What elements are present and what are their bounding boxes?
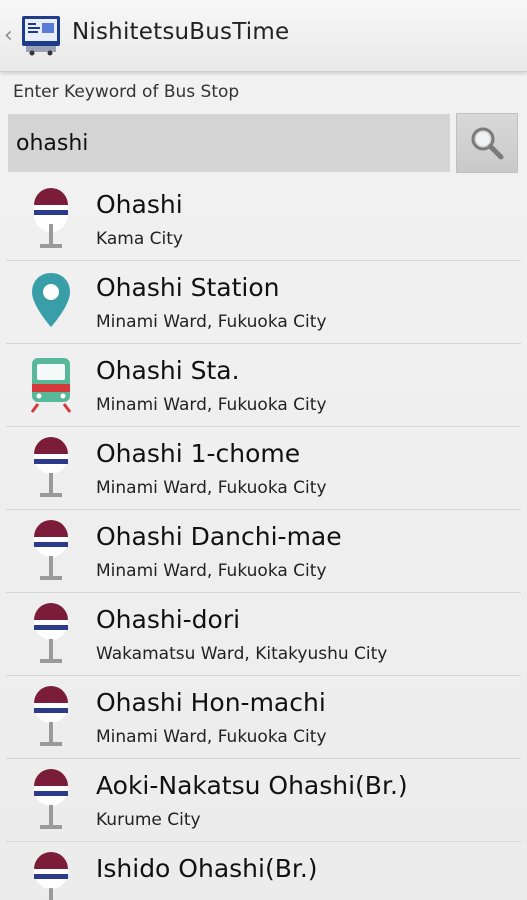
bus-timetable-app-icon[interactable] <box>20 14 62 56</box>
bus-stop-icon <box>34 188 68 248</box>
result-item[interactable]: Ohashi Sta. Minami Ward, Fukuoka City <box>6 344 521 427</box>
result-area: Minami Ward, Fukuoka City <box>96 727 327 747</box>
bus-stop-icon <box>34 603 68 663</box>
result-item[interactable]: Ishido Ohashi(Br.) <box>6 842 521 900</box>
search-input[interactable] <box>8 114 450 172</box>
result-item[interactable]: Ohashi Station Minami Ward, Fukuoka City <box>6 261 521 344</box>
result-area: Kurume City <box>96 810 201 830</box>
result-item[interactable]: Aoki-Nakatsu Ohashi(Br.) Kurume City <box>6 759 521 842</box>
result-area: Minami Ward, Fukuoka City <box>96 478 327 498</box>
map-pin-icon <box>32 273 70 327</box>
bus-stop-icon <box>34 852 68 900</box>
search-label: Enter Keyword of Bus Stop <box>13 82 240 102</box>
result-item[interactable]: Ohashi-dori Wakamatsu Ward, Kitakyushu C… <box>6 593 521 676</box>
result-area: Minami Ward, Fukuoka City <box>96 312 327 332</box>
result-name: Ohashi <box>96 190 183 219</box>
result-area: Kama City <box>96 229 183 249</box>
result-name: Ishido Ohashi(Br.) <box>96 854 318 883</box>
result-name: Ohashi-dori <box>96 605 241 634</box>
bus-stop-icon <box>34 769 68 829</box>
result-area: Minami Ward, Fukuoka City <box>96 395 327 415</box>
bus-stop-icon <box>34 437 68 497</box>
result-item[interactable]: Ohashi 1-chome Minami Ward, Fukuoka City <box>6 427 521 510</box>
result-name: Ohashi Sta. <box>96 356 240 385</box>
results-list: Ohashi Kama City Ohashi Station Minami W… <box>0 178 527 900</box>
result-name: Ohashi Station <box>96 273 280 302</box>
result-name: Ohashi Danchi-mae <box>96 522 342 551</box>
result-item[interactable]: Ohashi Hon-machi Minami Ward, Fukuoka Ci… <box>6 676 521 759</box>
action-bar: ‹ NishitetsuBusTime <box>0 0 527 72</box>
result-name: Ohashi Hon-machi <box>96 688 326 717</box>
result-name: Aoki-Nakatsu Ohashi(Br.) <box>96 771 408 800</box>
result-item[interactable]: Ohashi Danchi-mae Minami Ward, Fukuoka C… <box>6 510 521 593</box>
result-name: Ohashi 1-chome <box>96 439 301 468</box>
train-icon <box>30 358 72 413</box>
bus-stop-icon <box>34 686 68 746</box>
result-area: Wakamatsu Ward, Kitakyushu City <box>96 644 388 664</box>
result-item[interactable]: Ohashi Kama City <box>6 178 521 261</box>
up-navigation-caret-icon[interactable]: ‹ <box>4 22 18 50</box>
search-icon <box>471 127 504 160</box>
bus-stop-icon <box>34 520 68 580</box>
result-area: Minami Ward, Fukuoka City <box>96 561 327 581</box>
app-title: NishitetsuBusTime <box>72 19 290 45</box>
search-button[interactable] <box>456 113 518 173</box>
